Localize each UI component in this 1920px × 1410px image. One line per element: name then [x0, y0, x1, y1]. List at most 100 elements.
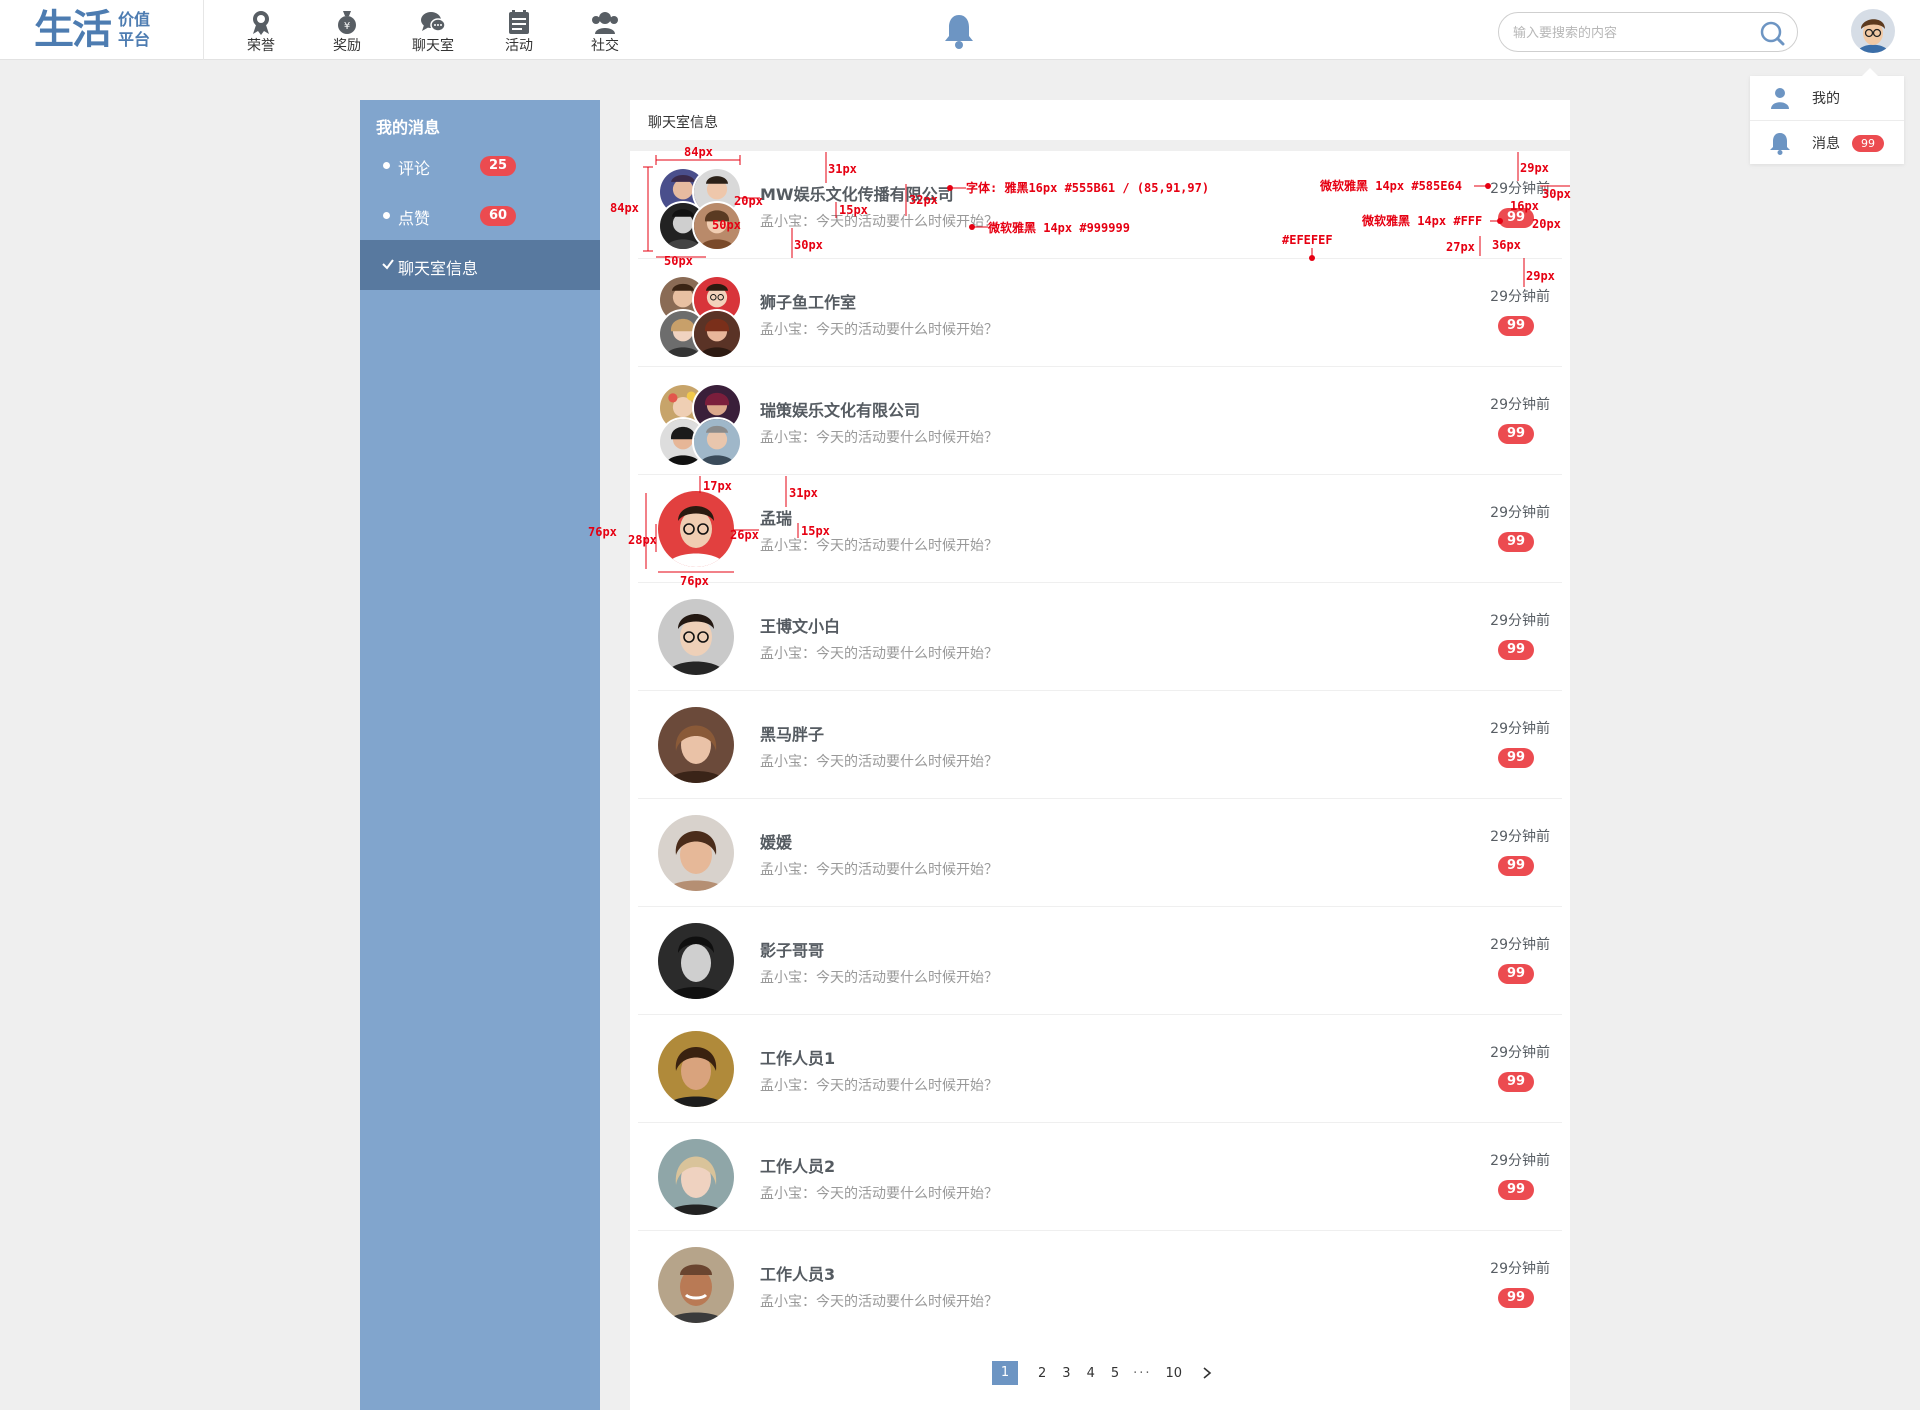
list-item[interactable]: 瑞策娱乐文化有限公司 孟小宝：今天的活动要什么时候开始？ 29分钟前 99 [638, 367, 1562, 475]
message-time: 29分钟前 [1490, 721, 1550, 737]
message-time: 29分钟前 [1490, 181, 1550, 197]
list-item[interactable]: 媛媛 孟小宝：今天的活动要什么时候开始？ 29分钟前 99 [638, 799, 1562, 907]
list-item[interactable]: 工作人员3 孟小宝：今天的活动要什么时候开始？ 29分钟前 99 [638, 1231, 1562, 1339]
chat-name: MW娱乐文化传播有限公司 [760, 185, 954, 204]
page-link[interactable]: 5 [1111, 1366, 1119, 1381]
message-time: 29分钟前 [1490, 397, 1550, 413]
logo-main-text: 生活 [34, 7, 112, 53]
page-link[interactable]: 4 [1087, 1366, 1095, 1381]
contact-avatar [658, 815, 734, 891]
sidebar-item-chatroom-info[interactable]: 聊天室信息 [360, 240, 600, 290]
sidebar-item-label: 点赞 [398, 209, 431, 228]
list-item[interactable]: 工作人员1 孟小宝：今天的活动要什么时候开始？ 29分钟前 99 [638, 1015, 1562, 1123]
unread-badge: 99 [1498, 748, 1534, 768]
notification-bell-icon[interactable] [941, 12, 977, 50]
group-avatar [658, 275, 742, 359]
comments-count-badge: 25 [480, 156, 516, 176]
nav-item-reward[interactable]: ¥ 奖励 [304, 8, 390, 56]
nav-label: 活动 [505, 38, 533, 54]
list-item[interactable]: 孟瑞 孟小宝：今天的活动要什么时候开始？ 29分钟前 99 [638, 475, 1562, 583]
bullet-dot-icon [383, 162, 390, 169]
menu-item-messages[interactable]: 消息 99 [1750, 120, 1904, 164]
list-item[interactable]: MW娱乐文化传播有限公司 孟小宝：今天的活动要什么时候开始？ 29分钟前 99 [638, 151, 1562, 259]
group-avatar [658, 383, 742, 467]
page-link[interactable]: 3 [1062, 1366, 1070, 1381]
message-time: 29分钟前 [1490, 613, 1550, 629]
page-ellipsis: ··· [1133, 1365, 1152, 1381]
chevron-right-icon[interactable] [1200, 1366, 1214, 1380]
last-message: 孟小宝：今天的活动要什么时候开始？ [760, 538, 998, 554]
menu-item-label: 我的 [1812, 91, 1840, 107]
nav-item-chatroom[interactable]: 聊天室 [390, 8, 476, 56]
messages-count-badge: 99 [1852, 135, 1884, 152]
page-link-last[interactable]: 10 [1166, 1366, 1183, 1381]
nav-item-social[interactable]: 社交 [562, 8, 648, 56]
content-title: 聊天室信息 [648, 115, 718, 131]
chat-name: 媛媛 [760, 833, 793, 852]
chat-name: 工作人员3 [760, 1265, 836, 1284]
chat-name: 工作人员1 [760, 1049, 836, 1068]
checkmark-icon [382, 259, 394, 270]
chat-icon [421, 12, 446, 32]
contact-avatar [658, 599, 734, 675]
contact-avatar [658, 1031, 734, 1107]
sidebar-item-likes[interactable]: 点赞 60 [360, 190, 600, 240]
last-message: 孟小宝：今天的活动要什么时候开始？ [760, 1078, 998, 1094]
calendar-icon [509, 10, 529, 34]
message-time: 29分钟前 [1490, 505, 1550, 521]
last-message: 孟小宝：今天的活动要什么时候开始？ [760, 322, 998, 338]
content-header: 聊天室信息 [630, 100, 1570, 140]
logo[interactable]: 生活 价值 平台 [34, 8, 150, 52]
contact-avatar [658, 923, 734, 999]
sidebar-item-label: 评论 [398, 159, 431, 178]
last-message: 孟小宝：今天的活动要什么时候开始？ [760, 1186, 998, 1202]
sidebar-item-comments[interactable]: 评论 25 [360, 140, 600, 190]
main-nav: 荣誉 ¥ 奖励 聊天室 活动 社交 [218, 8, 648, 56]
page-current[interactable]: 1 [992, 1361, 1018, 1385]
list-item[interactable]: 狮子鱼工作室 孟小宝：今天的活动要什么时候开始？ 29分钟前 99 [638, 259, 1562, 367]
search-icon[interactable] [1759, 20, 1785, 46]
social-icon [592, 12, 618, 34]
list-item[interactable]: 黑马胖子 孟小宝：今天的活动要什么时候开始？ 29分钟前 99 [638, 691, 1562, 799]
nav-item-honor[interactable]: 荣誉 [218, 8, 304, 56]
chat-name: 孟瑞 [760, 509, 793, 528]
chat-name: 影子哥哥 [760, 941, 825, 960]
chat-name: 工作人员2 [760, 1157, 836, 1176]
top-navigation-bar: 生活 价值 平台 荣誉 ¥ 奖励 聊天室 活动 社交 [0, 0, 1920, 60]
last-message: 孟小宝：今天的活动要什么时候开始？ [760, 214, 998, 230]
list-item[interactable]: 王博文小白 孟小宝：今天的活动要什么时候开始？ 29分钟前 99 [638, 583, 1562, 691]
list-item[interactable]: 影子哥哥 孟小宝：今天的活动要什么时候开始？ 29分钟前 99 [638, 907, 1562, 1015]
page-link[interactable]: 2 [1038, 1366, 1046, 1381]
logo-subtitle: 价值 平台 [118, 10, 150, 50]
unread-badge: 99 [1498, 532, 1534, 552]
nav-item-activity[interactable]: 活动 [476, 8, 562, 56]
nav-label: 社交 [591, 38, 619, 54]
nav-label: 聊天室 [412, 38, 454, 54]
unread-badge: 99 [1498, 1180, 1534, 1200]
svg-text:¥: ¥ [344, 21, 350, 32]
sidebar-title: 我的消息 [376, 118, 441, 137]
logo-divider [203, 0, 204, 60]
list-item[interactable]: 工作人员2 孟小宝：今天的活动要什么时候开始？ 29分钟前 99 [638, 1123, 1562, 1231]
user-dropdown-menu: 我的 消息 99 [1750, 68, 1904, 164]
menu-item-mine[interactable]: 我的 [1750, 76, 1904, 120]
logo-sub-line2: 平台 [118, 30, 151, 49]
unread-badge: 99 [1498, 424, 1534, 444]
search-box [1498, 12, 1798, 52]
pagination: 1 2 3 4 5 ··· 10 [992, 1361, 1214, 1385]
contact-avatar [658, 1247, 734, 1323]
unread-badge: 99 [1498, 316, 1534, 336]
search-input[interactable] [1513, 22, 1743, 44]
medal-icon [253, 11, 269, 35]
last-message: 孟小宝：今天的活动要什么时候开始？ [760, 646, 998, 662]
group-avatar [658, 167, 742, 251]
user-icon [1771, 88, 1789, 109]
likes-count-badge: 60 [480, 206, 516, 226]
last-message: 孟小宝：今天的活动要什么时候开始？ [760, 862, 998, 878]
user-avatar[interactable] [1851, 9, 1895, 53]
bullet-dot-icon [383, 212, 390, 219]
member-avatar [692, 417, 742, 467]
message-time: 29分钟前 [1490, 829, 1550, 845]
contact-avatar [658, 491, 734, 567]
chat-name: 黑马胖子 [760, 725, 825, 744]
